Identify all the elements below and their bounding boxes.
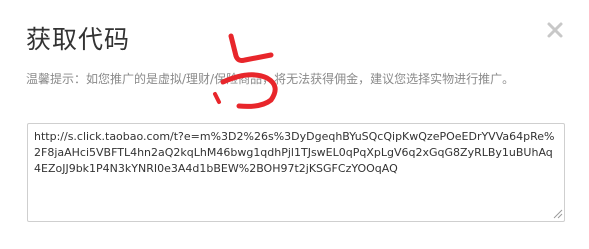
- resize-grip-icon[interactable]: [552, 208, 563, 219]
- get-code-dialog: 获取代码 温馨提示：如您推广的是虚拟/理财/保险商品，将无法获得佣金，建议您选择…: [0, 0, 589, 249]
- close-icon[interactable]: [543, 18, 567, 42]
- code-textarea[interactable]: http://s.click.taobao.com/t?e=m%3D2%26s%…: [27, 123, 565, 222]
- tip-text: 温馨提示：如您推广的是虚拟/理财/保险商品，将无法获得佣金，建议您选择实物进行推…: [26, 72, 515, 86]
- dialog-title: 获取代码: [26, 25, 131, 54]
